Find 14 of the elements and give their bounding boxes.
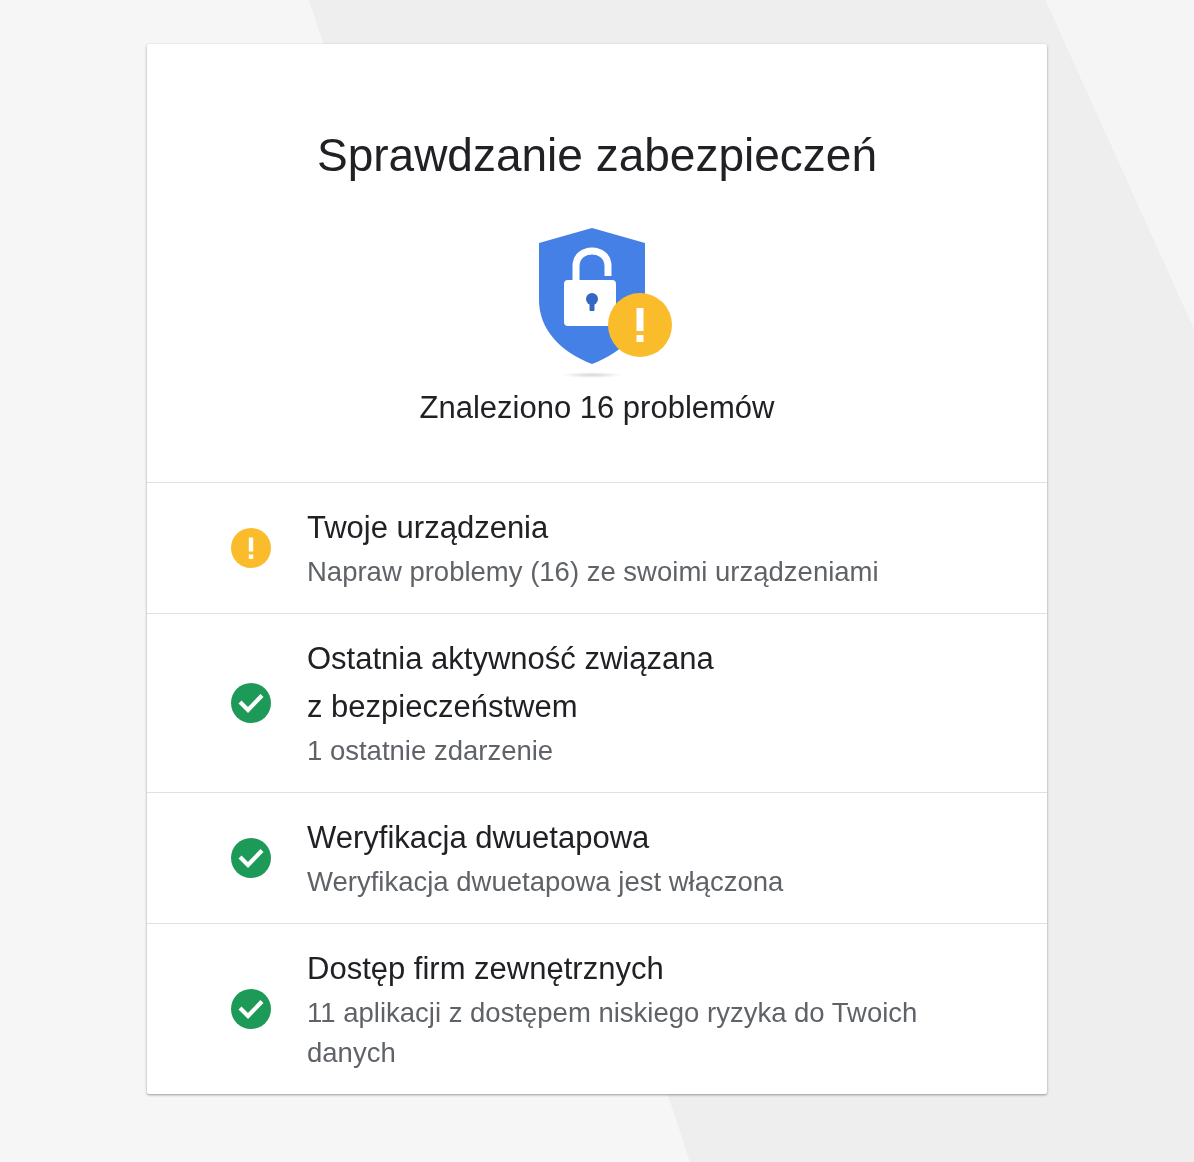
item-description: 1 ostatnie zdarzenie [307, 734, 554, 768]
item-description: Napraw problemy (16) ze swoimi urządzeniami [307, 555, 879, 589]
item-description: 11 aplikacji z dostępem niskiego ryzyka do Twoich danych [307, 996, 919, 1070]
item-title: Twoje urządzenia [307, 509, 549, 547]
item-title: Ostatnia aktywność związana z bezpieczeństwem [307, 640, 715, 726]
security-check-item[interactable]: Twoje urządzenia Napraw problemy (16) ze swoimi urządzeniami [147, 482, 1047, 613]
security-check-item[interactable]: Ostatnia aktywność związana z bezpieczeństwem 1 ostatnie zdarzenie [147, 613, 1047, 792]
issues-summary: Znaleziono 16 problemów [419, 389, 775, 427]
item-title: Dostęp firm zewnętrznych [307, 950, 664, 988]
security-check-item[interactable]: Dostęp firm zewnętrznych 11 aplikacji z dostępem niskiego ryzyka do Twoich danych [147, 923, 1047, 1094]
item-description: Weryfikacja dwuetapowa jest włączona [307, 865, 784, 899]
security-check-item[interactable]: Weryfikacja dwuetapowa Weryfikacja dwuetapowa jest włączona [147, 792, 1047, 923]
page-title: Sprawdzanie zabezpieczeń [317, 128, 877, 183]
item-title: Weryfikacja dwuetapowa [307, 819, 650, 857]
